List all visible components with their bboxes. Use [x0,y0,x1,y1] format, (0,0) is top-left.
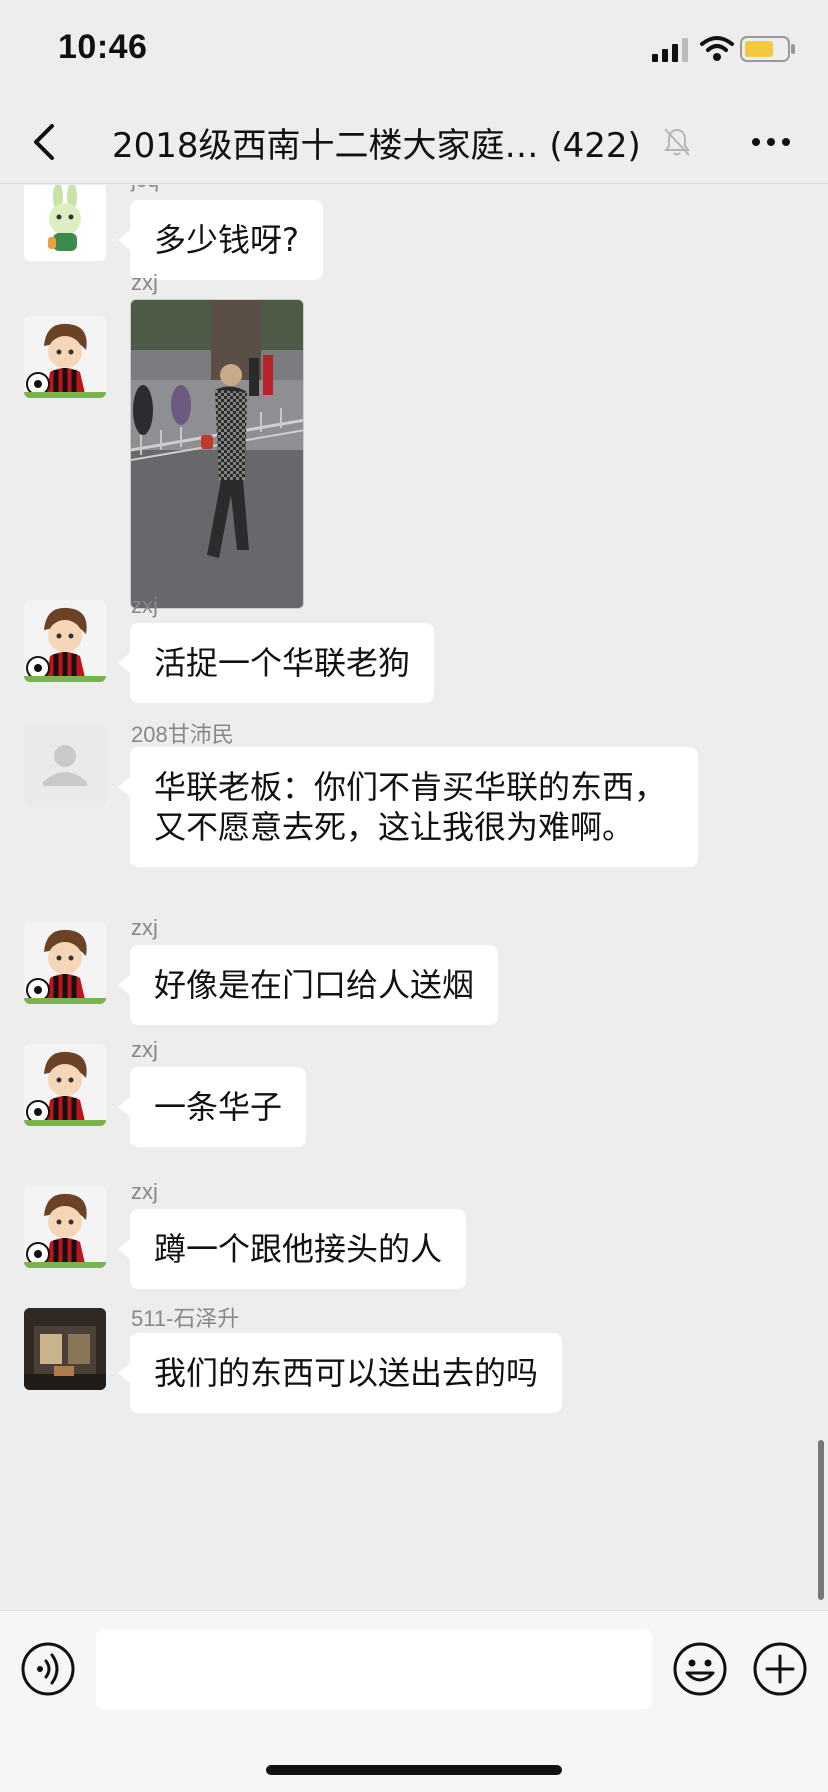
rabbit-avatar-icon [24,185,106,261]
back-icon[interactable] [30,122,58,162]
status-time: 10:46 [58,28,148,66]
sender-name: zxj [131,593,158,618]
battery-icon [740,36,795,62]
input-bar [0,1610,828,1792]
shop-front-avatar-icon [24,1308,106,1390]
avatar-zxj[interactable] [24,1044,106,1126]
sender-name: 511-石泽升 [131,1306,240,1331]
sender-name: zxj [131,270,158,295]
cartoon-boy-avatar-icon [24,600,106,682]
message-input[interactable] [96,1629,652,1709]
home-indicator [266,1765,562,1775]
avatar-jcq[interactable] [24,185,106,261]
cartoon-boy-avatar-icon [24,922,106,1004]
chat-title[interactable]: 2018级西南十二楼大家庭… (422) [112,118,641,167]
sender-name: zxj [131,915,158,940]
message-bubble[interactable]: 多少钱呀? [118,200,323,280]
cartoon-boy-avatar-icon [24,316,106,398]
emoji-icon[interactable] [672,1641,728,1697]
voice-icon[interactable] [20,1641,76,1697]
plus-icon[interactable] [752,1641,808,1697]
message-bubble[interactable]: 华联老板：你们不肯买华联的东西，又不愿意去死，这让我很为难啊。 [118,747,698,867]
muted-icon [664,128,690,156]
cartoon-boy-avatar-icon [24,1186,106,1268]
street-photo-image [131,300,303,608]
message-photo[interactable] [130,299,304,609]
person-placeholder-icon [24,724,106,806]
more-icon[interactable] [750,136,792,148]
message-bubble[interactable]: 活捉一个华联老狗 [117,623,435,703]
avatar-zxj[interactable] [24,316,106,398]
signal-icon [652,38,688,62]
message-list[interactable]: jcq 多少钱呀? zxj [0,185,828,1610]
avatar-zxj[interactable] [24,1186,106,1268]
nav-bar: 2018级西南十二楼大家庭… (422) [0,100,828,184]
avatar-511[interactable] [24,1308,106,1390]
status-bar: 10:46 [0,0,828,100]
message-bubble[interactable]: 我们的东西可以送出去的吗 [117,1333,563,1413]
sender-name: zxj [131,1179,158,1204]
scrollbar[interactable] [818,1440,824,1600]
sender-name: zxj [131,1037,158,1062]
avatar-default[interactable] [24,724,106,806]
avatar-zxj[interactable] [24,922,106,1004]
sender-name: 208甘沛民 [131,722,234,747]
message-bubble[interactable]: 蹲一个跟他接头的人 [117,1209,467,1289]
wifi-icon [700,36,734,61]
message-bubble[interactable]: 好像是在门口给人送烟 [117,945,499,1025]
cartoon-boy-avatar-icon [24,1044,106,1126]
message-bubble[interactable]: 一条华子 [117,1067,307,1147]
avatar-zxj[interactable] [24,600,106,682]
sender-name: jcq [131,185,159,193]
